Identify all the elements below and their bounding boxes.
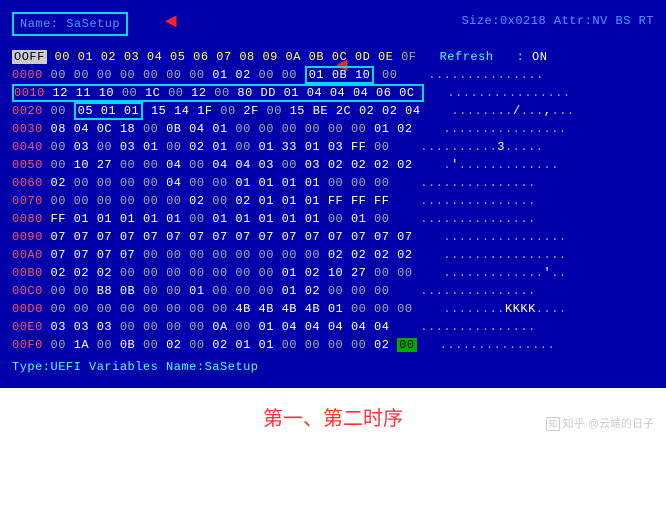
col-labels: 00 01 02 03 04 05 06 07 08 09 0A 0B 0C 0… [55,50,394,64]
hex-row[interactable]: 00E0 03 03 03 00 00 00 00 0A 00 01 04 04… [12,318,654,336]
watermark: 知知乎 @云端的日子 [546,415,654,431]
attr-label: Attr: [554,14,593,28]
hex-row[interactable]: 0020 00 05 01 01 15 14 1F 00 2F 00 15 BE… [12,102,654,120]
caption: 第一、第二时序 [263,408,403,430]
footer-name-label: Name: [166,360,205,374]
hex-row[interactable]: 00B0 02 02 02 00 00 00 00 00 00 00 01 02… [12,264,654,282]
col-last: 0F [401,50,416,64]
wm-site: 知乎 [563,418,585,430]
type-label: Type: [12,360,51,374]
column-header: OOFF 00 01 02 03 04 05 06 07 08 09 0A 0B… [12,48,654,66]
wm-user: 云端的日子 [599,418,654,430]
hex-row[interactable]: 0060 02 00 00 00 00 04 00 00 01 01 01 01… [12,174,654,192]
hex-row[interactable]: 00D0 00 00 00 00 00 00 00 00 4B 4B 4B 4B… [12,300,654,318]
size-label: Size: [461,14,500,28]
hex-row[interactable]: 0040 00 03 00 03 01 00 02 01 00 01 33 01… [12,138,654,156]
hex-row[interactable]: 0080 FF 01 01 01 01 01 00 01 01 01 01 01… [12,210,654,228]
variable-attrs: Size:0x0218 Attr:NV BS RT [461,12,654,36]
hex-dump-body: 0000 00 00 00 00 00 00 00 01 02 00 00 01… [12,66,654,354]
zhihu-icon: 知 [546,417,560,431]
caption-text: 第一、第二时序 知知乎 @云端的日子 [0,388,666,439]
refresh-value: ON [532,50,547,64]
attr-value: NV BS RT [592,14,654,28]
hex-row[interactable]: 0050 00 10 27 00 00 04 00 04 04 03 00 03… [12,156,654,174]
hex-row[interactable]: 0010 12 11 10 00 1C 00 12 00 80 DD 01 04… [12,84,654,102]
refresh-panel[interactable]: Refresh : ON [440,50,548,64]
footer-status: Type:UEFI Variables Name:SaSetup [12,358,654,376]
hex-row[interactable]: 0030 08 04 0C 18 00 0B 04 01 00 00 00 00… [12,120,654,138]
header-row: Name: SaSetup Size:0x0218 Attr:NV BS RT [12,12,654,36]
name-value: SaSetup [66,17,120,31]
name-label: Name: [20,17,59,31]
refresh-label: Refresh [440,50,494,64]
type-value: UEFI Variables [51,360,159,374]
offset-header: OOFF [12,50,47,64]
hex-viewer-terminal: ◄ ◄ Name: SaSetup Size:0x0218 Attr:NV BS… [0,0,666,388]
footer-name-value: SaSetup [205,360,259,374]
hex-row[interactable]: 0070 00 00 00 00 00 00 02 00 02 01 01 01… [12,192,654,210]
hex-row[interactable]: 00A0 07 07 07 07 00 00 00 00 00 00 00 00… [12,246,654,264]
hex-row[interactable]: 0000 00 00 00 00 00 00 00 01 02 00 00 01… [12,66,654,84]
hex-row[interactable]: 00F0 00 1A 00 0B 00 02 00 02 01 01 00 00… [12,336,654,354]
refresh-sep: : [517,50,525,64]
hex-row[interactable]: 00C0 00 00 B8 0B 00 00 01 00 00 00 01 02… [12,282,654,300]
wm-at: @ [588,418,599,430]
hex-row[interactable]: 0090 07 07 07 07 07 07 07 07 07 07 07 07… [12,228,654,246]
variable-name-box: Name: SaSetup [12,12,128,36]
size-value: 0x0218 [500,14,546,28]
